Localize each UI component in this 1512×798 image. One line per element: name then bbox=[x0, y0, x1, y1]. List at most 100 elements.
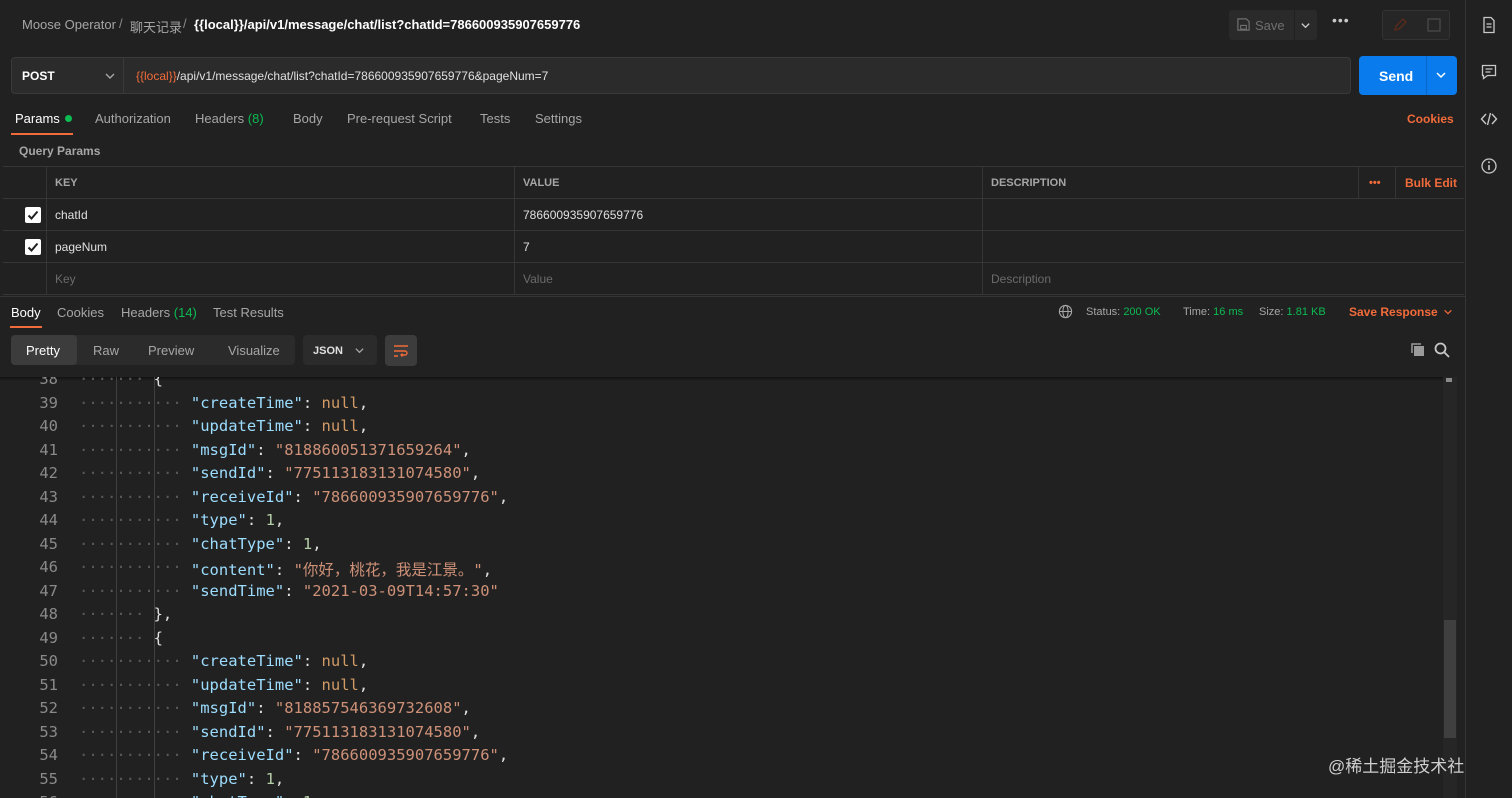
code-text: "content": "你好，桃花，我是江景。", bbox=[190, 561, 493, 579]
json-key: "createTime" bbox=[190, 652, 303, 670]
line-number: 47 bbox=[39, 581, 58, 600]
new-value-input[interactable]: Value bbox=[515, 263, 983, 295]
view-preview[interactable]: Preview bbox=[133, 335, 215, 365]
param-description-cell[interactable] bbox=[983, 199, 1464, 231]
breadcrumb: Moose Operator / 聊天记录 / {{local}}/api/v1… bbox=[0, 0, 1465, 48]
tab-authorization[interactable]: Authorization bbox=[95, 111, 171, 126]
tab-headers[interactable]: Headers (8) bbox=[195, 111, 264, 126]
param-key-cell[interactable]: chatId bbox=[47, 199, 515, 231]
main-pane: Moose Operator / 聊天记录 / {{local}}/api/v1… bbox=[0, 0, 1481, 798]
bulk-edit-link[interactable]: Bulk Edit bbox=[1405, 176, 1457, 190]
param-description-cell[interactable] bbox=[983, 231, 1464, 263]
line-number: 44 bbox=[39, 511, 58, 529]
response-body-editor[interactable]: 38 ·······{39 ··········· "createTime": nul… bbox=[0, 377, 1465, 798]
view-raw[interactable]: Raw bbox=[77, 335, 133, 365]
tab-params[interactable]: Params bbox=[15, 111, 72, 126]
query-params-title: Query Params bbox=[19, 144, 101, 158]
line-number: 52 bbox=[39, 699, 58, 717]
size-readout[interactable]: Size: 1.81 KB bbox=[1259, 306, 1326, 318]
save-button[interactable]: Save bbox=[1229, 10, 1317, 40]
response-tab-body[interactable]: Body bbox=[11, 305, 41, 320]
save-response-button[interactable]: Save Response bbox=[1349, 305, 1453, 319]
column-options-button[interactable]: ••• bbox=[1359, 167, 1396, 199]
line-number: 50 bbox=[39, 652, 58, 670]
json-key: "createTime" bbox=[190, 393, 303, 412]
row-checkbox[interactable] bbox=[25, 207, 41, 223]
info-icon[interactable] bbox=[1480, 157, 1498, 175]
status-readout[interactable]: Status: 200 OK bbox=[1086, 306, 1161, 318]
indent-whitespace: ··········· bbox=[79, 699, 182, 717]
table-row-new: Key Value Description bbox=[3, 263, 1464, 295]
time-readout[interactable]: Time: 16 ms bbox=[1183, 306, 1243, 318]
edit-toggle-group[interactable] bbox=[1382, 10, 1450, 40]
more-actions-button[interactable]: ••• bbox=[1332, 12, 1350, 28]
param-value-cell[interactable]: 7 bbox=[515, 231, 983, 263]
description-column-header: DESCRIPTION bbox=[983, 167, 1359, 199]
breadcrumb-request[interactable]: {{local}}/api/v1/message/chat/list?chatI… bbox=[194, 17, 580, 32]
line-number: 42 bbox=[39, 464, 58, 482]
indent-whitespace: ··········· bbox=[79, 652, 182, 670]
wrap-lines-button[interactable] bbox=[385, 335, 417, 366]
indent-whitespace: ··········· bbox=[79, 793, 182, 798]
search-icon[interactable] bbox=[1433, 341, 1451, 359]
new-key-input[interactable]: Key bbox=[47, 263, 515, 295]
json-key: "receiveId" bbox=[190, 487, 294, 506]
row-checkbox[interactable] bbox=[25, 239, 41, 255]
scrollbar-arrow[interactable] bbox=[1446, 378, 1452, 382]
scrollbar-thumb[interactable] bbox=[1444, 620, 1456, 738]
size-value: 1.81 KB bbox=[1286, 306, 1326, 318]
tab-tests[interactable]: Tests bbox=[480, 111, 510, 126]
indent-whitespace: ··········· bbox=[79, 534, 182, 553]
view-visualize[interactable]: Visualize bbox=[215, 335, 295, 365]
chevron-down-icon[interactable] bbox=[1300, 20, 1311, 31]
chevron-down-icon bbox=[105, 73, 115, 79]
json-value: "786600935907659776" bbox=[312, 487, 499, 506]
json-value: "818860051371659264" bbox=[274, 440, 462, 459]
chevron-down-icon[interactable] bbox=[1435, 69, 1447, 81]
code-line: 53 ··········· "sendId": "7751131831310745… bbox=[0, 721, 1443, 745]
cookies-link[interactable]: Cookies bbox=[1407, 112, 1454, 126]
code-text: "receiveId": "786600935907659776", bbox=[190, 746, 509, 764]
json-key: "chatType" bbox=[190, 534, 285, 553]
param-key-cell[interactable]: pageNum bbox=[47, 231, 515, 263]
response-tab-cookies[interactable]: Cookies bbox=[57, 305, 104, 320]
comment-icon[interactable] bbox=[1426, 17, 1442, 33]
json-value: "775113183131074580" bbox=[284, 722, 471, 741]
url-text[interactable]: {{local}}/api/v1/message/chat/list?chatI… bbox=[136, 69, 548, 83]
tab-body[interactable]: Body bbox=[293, 111, 323, 126]
json-value: null bbox=[321, 393, 359, 412]
tab-settings[interactable]: Settings bbox=[535, 111, 582, 126]
divider bbox=[1426, 56, 1427, 95]
document-icon[interactable] bbox=[1480, 16, 1498, 34]
param-value-cell[interactable]: 786600935907659776 bbox=[515, 199, 983, 231]
json-value: null bbox=[321, 675, 359, 694]
code-text: "type": 1, bbox=[190, 769, 285, 788]
code-text: "updateTime": null, bbox=[190, 675, 369, 694]
line-number: 43 bbox=[39, 487, 58, 506]
new-description-input[interactable]: Description bbox=[983, 263, 1464, 295]
code-icon[interactable] bbox=[1480, 110, 1498, 128]
view-pretty[interactable]: Pretty bbox=[11, 335, 77, 365]
breadcrumb-collection[interactable]: 聊天记录 bbox=[130, 17, 182, 36]
globe-icon[interactable] bbox=[1058, 304, 1073, 319]
comment-icon[interactable] bbox=[1480, 63, 1498, 81]
line-number: 49 bbox=[39, 628, 58, 647]
code-text: "type": 1, bbox=[190, 511, 285, 529]
response-tab-test-results[interactable]: Test Results bbox=[213, 305, 284, 320]
json-key: "chatType" bbox=[191, 793, 284, 798]
table-row: pageNum 7 bbox=[3, 231, 1464, 263]
response-headers-label: Headers bbox=[121, 305, 171, 320]
active-tab-indicator bbox=[10, 326, 42, 328]
json-value: 1 bbox=[265, 769, 275, 788]
method-select[interactable]: POST bbox=[11, 57, 124, 94]
url-input[interactable]: {{local}}/api/v1/message/chat/list?chatI… bbox=[124, 57, 1351, 94]
send-button[interactable]: Send bbox=[1359, 56, 1457, 95]
copy-icon[interactable] bbox=[1409, 341, 1427, 359]
line-number: 48 bbox=[39, 605, 58, 623]
tab-pre-request-script[interactable]: Pre-request Script bbox=[347, 111, 452, 126]
pencil-icon[interactable] bbox=[1392, 17, 1408, 33]
json-key: "msgId" bbox=[190, 699, 257, 717]
format-select[interactable]: JSON bbox=[303, 335, 377, 365]
breadcrumb-workspace[interactable]: Moose Operator bbox=[22, 17, 116, 32]
response-tab-headers[interactable]: Headers (14) bbox=[121, 305, 197, 320]
